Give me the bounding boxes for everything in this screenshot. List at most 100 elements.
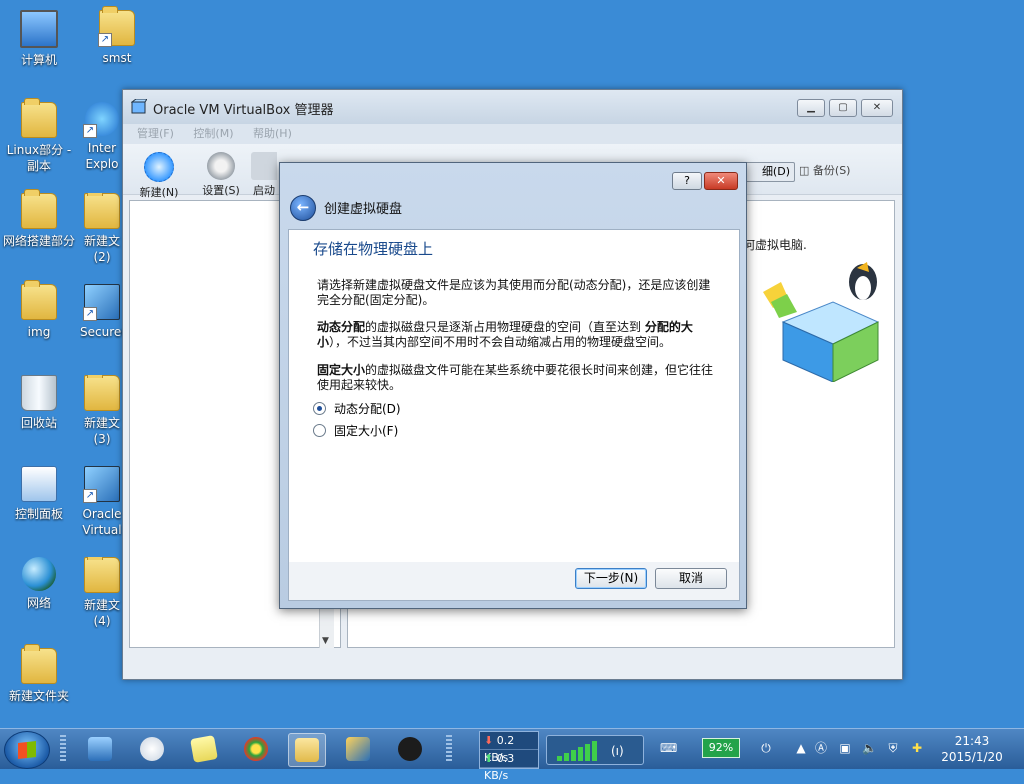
back-arrow-button[interactable]: ← [290,195,316,221]
control-panel-icon [21,466,57,502]
plus-icon[interactable]: ✚ [910,741,924,755]
security-a-icon[interactable]: Ⓐ [814,741,828,755]
virtualbox-icon [346,737,370,761]
menu-control[interactable]: 控制(M) [193,127,233,140]
menu-help[interactable]: 帮助(H) [253,127,292,140]
next-button[interactable]: 下一步(N) [575,568,647,589]
desktop-icon-label: SecureC [80,325,124,339]
dynamic-allocation-paragraph: 动态分配的虚拟磁盘只是逐渐占用物理硬盘的空间（直至达到 分配的大小），不过当其内… [317,320,719,350]
folder-icon [84,193,120,229]
taskbar-gripper[interactable] [60,735,66,763]
minimize-button[interactable]: ▁ [797,99,825,117]
battery-indicator[interactable]: 92% [702,738,740,758]
desktop-icon-control-panel[interactable]: 控制面板 [2,466,76,522]
welcome-message: 何虚拟电脑. [743,238,807,252]
taskbar: ⬇ 0.2 KB/s ⬆ 0.3 KB/s (ı) ⌨ 92% ⏻ ▲ Ⓐ ▣ … [0,728,1024,782]
clock-time: 21:43 [954,734,990,748]
recycle-bin-icon [21,375,57,411]
taskbar-remote-desktop[interactable] [82,733,118,765]
desktop-icon-label: Inter Explo [85,141,119,171]
internet-explorer-icon [83,102,119,138]
start-button-windows-icon[interactable] [4,731,50,769]
create-virtual-disk-dialog: ? ✕ ← 创建虚拟硬盘 存储在物理硬盘上 请选择新建虚拟硬盘文件是应该为其使用… [279,162,747,609]
signal-strength-widget[interactable]: (ı) [546,735,644,765]
taskbar-feiq[interactable] [134,733,170,765]
menu-manage[interactable]: 管理(F) [137,127,174,140]
new-vm-label: 新建(N) [139,186,179,199]
folder-icon [21,644,57,684]
keyboard-icon[interactable]: ⌨ [660,741,677,755]
desktop-icon-computer[interactable]: 计算机 [2,10,76,68]
fixed-size-paragraph: 固定大小的虚拟磁盘文件可能在某些系统中要花很长时间来创建，但它往往使用起来较快。 [317,363,719,393]
desktop-icon-smst[interactable]: smst [80,6,154,66]
desktop-icon-label: 网络 [26,596,51,610]
radio-label: 动态分配(D) [334,402,401,416]
folder-icon [21,98,57,138]
desktop-icon-network-setup[interactable]: 网络搭建部分 [0,189,78,249]
clock-date: 2015/1/20 [941,750,1003,764]
desktop-icon-linux-copy[interactable]: Linux部分 - 副本 [2,98,76,174]
window-titlebar[interactable]: Oracle VM VirtualBox 管理器 ▁ ▢ ✕ [123,90,902,124]
securecrt-icon [83,284,120,321]
network-warning-icon[interactable]: ▣ [838,741,852,755]
folder-icon [84,557,120,593]
remote-desktop-icon [88,737,112,761]
taskbar-gripper[interactable] [446,735,452,763]
radio-selected-icon [313,402,326,415]
description-paragraph: 请选择新建虚拟硬盘文件是应该为其使用而分配(动态分配)，还是应该创建完全分配(固… [317,278,711,307]
desktop-icon-new-folder[interactable]: 新建文件夹 [2,644,76,704]
snapshots-toggle-button[interactable]: ◫ 备份(S) [799,162,850,180]
close-button[interactable]: ✕ [861,99,893,117]
folder-icon [295,738,319,762]
taskbar-file-explorer[interactable] [288,733,326,767]
maximize-button[interactable]: ▢ [829,99,857,117]
dialog-close-button[interactable]: ✕ [704,172,738,190]
desktop-icon-oracle-virtualbox[interactable]: Oracle Virtual [80,466,124,538]
text-span: 的虚拟磁盘只是逐渐占用物理硬盘的空间（直至达到 [365,320,645,334]
settings-button[interactable]: 设置(S) [195,152,247,198]
system-clock[interactable]: 21:43 2015/1/20 [936,733,1008,765]
desktop-icon-new-folder-3[interactable]: 新建文 (3) [80,375,124,447]
help-button[interactable]: ? [672,172,702,190]
desktop-icon-new-folder-2[interactable]: 新建文 (2) [80,193,124,265]
network-speed-monitor: ⬇ 0.2 KB/s ⬆ 0.3 KB/s [479,731,539,782]
radio-label: 固定大小(F) [334,424,399,438]
folder-shortcut-icon [98,6,135,47]
dialog-content: 存储在物理硬盘上 请选择新建虚拟硬盘文件是应该为其使用而分配(动态分配)，还是应… [288,229,740,564]
desktop-icon-recycle-bin[interactable]: 回收站 [2,375,76,431]
text-span: ），不过当其内部空间不用时不会自动缩减占用的物理硬盘空间。 [329,335,672,349]
radio-dynamic-allocation[interactable]: 动态分配(D) [313,400,401,417]
network-globe-icon [22,557,56,591]
new-vm-button[interactable]: 新建(N) [133,152,185,200]
start-label: 启动 [253,184,275,197]
cancel-button[interactable]: 取消 [655,568,727,589]
taskbar-app[interactable] [392,733,428,765]
desktop-icon-label: 新建文件夹 [8,689,69,703]
desktop-icon-label: 新建文 (2) [83,234,120,264]
desktop-icon-new-folder-4[interactable]: 新建文 (4) [80,557,124,629]
sticky-note-icon [190,735,218,763]
taskbar-sticky-notes[interactable] [186,733,222,765]
start-button[interactable]: 启动 [251,152,277,198]
power-plug-icon[interactable]: ⏻ [758,741,774,755]
desktop-icon-img[interactable]: img [2,280,76,340]
shield-icon[interactable]: ⛨ [886,741,900,755]
browser-icon [244,737,268,761]
volume-icon[interactable]: 🔈 [862,741,877,755]
desktop-icon-securecrt[interactable]: SecureC [80,284,124,340]
computer-icon [20,10,58,48]
desktop-icon-internet-explorer[interactable]: Inter Explo [80,102,124,172]
virtualbox-app-icon [130,98,148,115]
folder-icon [21,189,57,229]
taskbar-virtualbox[interactable] [340,733,376,765]
scroll-down-icon[interactable]: ▼ [322,636,329,646]
signal-bars-icon: (ı) [557,741,624,761]
chat-bubble-icon [140,737,164,761]
dialog-header: ← 创建虚拟硬盘 [280,191,746,227]
show-hidden-icons-chevron-up-icon[interactable]: ▲ [794,741,808,755]
taskbar-360-browser[interactable] [238,733,274,765]
desktop-icon-label: 网络搭建部分 [2,234,75,248]
dialog-footer: 下一步(N) 取消 [288,562,740,601]
radio-fixed-size[interactable]: 固定大小(F) [313,422,398,439]
desktop-icon-network[interactable]: 网络 [2,557,76,611]
